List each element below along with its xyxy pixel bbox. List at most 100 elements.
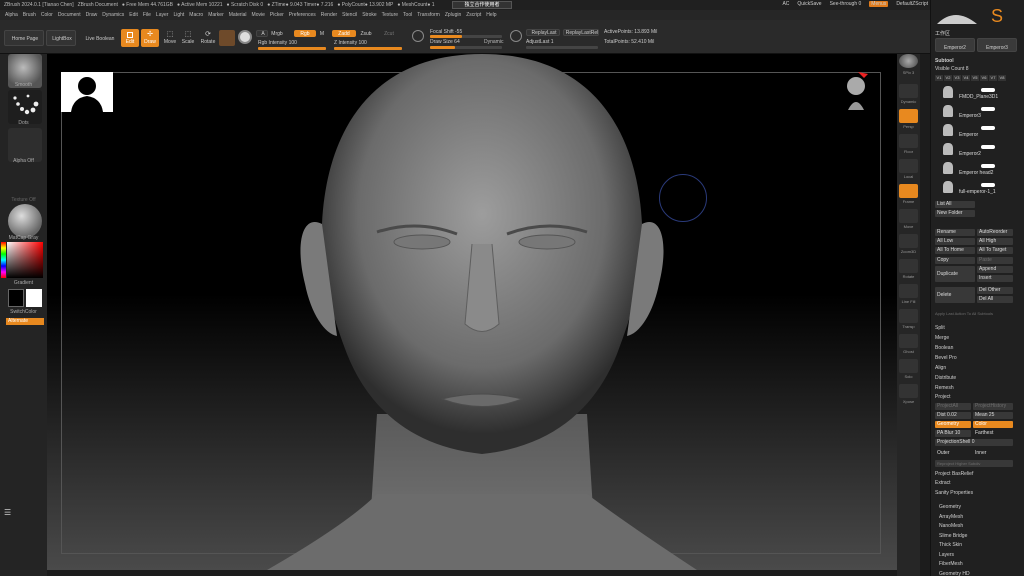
zadd-button[interactable]: Zadd: [332, 30, 356, 37]
rgb-button[interactable]: Rgb: [294, 30, 316, 37]
material-swatch[interactable]: [219, 30, 235, 46]
subtool-item[interactable]: Emperor2: [959, 151, 981, 157]
paste-button[interactable]: Paste: [977, 257, 1013, 264]
action-remesh[interactable]: Remesh: [935, 385, 954, 391]
menu-draw[interactable]: Draw: [86, 12, 98, 18]
zoom3d-button[interactable]: [899, 234, 918, 248]
scale-button[interactable]: Scale: [179, 39, 197, 45]
gradient-label[interactable]: Gradient: [0, 280, 47, 286]
transp-button[interactable]: [899, 309, 918, 323]
color-toggle[interactable]: Color: [973, 421, 1013, 428]
all-high-button[interactable]: All High: [977, 238, 1013, 245]
rgb-intensity-slider[interactable]: [258, 47, 326, 50]
mrgb-button[interactable]: Mrgb: [268, 31, 286, 37]
menu-tool[interactable]: Tool: [403, 12, 412, 18]
frame-button[interactable]: [899, 184, 918, 198]
menu-picker[interactable]: Picker: [270, 12, 284, 18]
action-boolean[interactable]: Boolean: [935, 345, 953, 351]
adjust-last-slider[interactable]: [526, 46, 598, 49]
edit-button[interactable]: Edit: [121, 29, 139, 47]
section-nanomesh[interactable]: NanoMesh: [939, 523, 963, 529]
extract-header[interactable]: Extract: [935, 480, 951, 486]
zsub-button[interactable]: Zsub: [356, 31, 376, 37]
project-header[interactable]: Project: [935, 394, 951, 400]
rotate-button[interactable]: [899, 259, 918, 273]
version-tab-v2[interactable]: V2: [944, 75, 952, 81]
lightbox-button[interactable]: LightBox: [46, 30, 76, 46]
project-history-button[interactable]: ProjectHistory: [973, 403, 1013, 410]
version-tab-v7[interactable]: V7: [989, 75, 997, 81]
material-thumbnail[interactable]: [8, 204, 42, 238]
subtool-item[interactable]: Emperor head2: [959, 170, 993, 176]
m-button[interactable]: M: [318, 31, 326, 37]
license-tab[interactable]: 独立合作使用者: [452, 1, 512, 9]
reproject-button[interactable]: Reproject Higher Subdiv: [935, 460, 1013, 467]
menu-macro[interactable]: Macro: [189, 12, 203, 18]
version-tab-v4[interactable]: V4: [962, 75, 970, 81]
menu-layer[interactable]: Layer: [156, 12, 169, 18]
action-split[interactable]: Split: [935, 325, 945, 331]
version-tab-v3[interactable]: V3: [953, 75, 961, 81]
inner-button[interactable]: Inner: [973, 450, 1013, 457]
subtool-properties[interactable]: Sanity Properties: [935, 490, 973, 496]
subtool-visibility-toggle[interactable]: [981, 183, 995, 187]
del-all-button[interactable]: Del All: [977, 296, 1013, 303]
dist-slider[interactable]: Dist 0.02: [935, 412, 971, 419]
subtool-visibility-toggle[interactable]: [981, 107, 995, 111]
sculpt-head[interactable]: [47, 54, 897, 570]
menu-edit[interactable]: Edit: [129, 12, 138, 18]
primary-color-swatch[interactable]: [8, 289, 24, 307]
menu-stroke[interactable]: Stroke: [362, 12, 376, 18]
version-tab-v6[interactable]: V6: [980, 75, 988, 81]
menu-texture[interactable]: Texture: [382, 12, 398, 18]
replay-last-button[interactable]: ReplayLast: [526, 29, 560, 36]
dynamic-button[interactable]: [899, 84, 918, 98]
navigation-head-icon[interactable]: [840, 70, 870, 120]
subtool-visibility-toggle[interactable]: [981, 88, 995, 92]
menu-dynamics[interactable]: Dynamics: [102, 12, 124, 18]
floor-button[interactable]: [899, 134, 918, 148]
action-merge[interactable]: Merge: [935, 335, 949, 341]
insert-button[interactable]: Insert: [977, 275, 1013, 282]
menu-brush[interactable]: Brush: [23, 12, 36, 18]
action-bevel-pro[interactable]: Bevel Pro: [935, 355, 957, 361]
draw-button[interactable]: Draw ✢: [141, 29, 159, 47]
menu-render[interactable]: Render: [321, 12, 337, 18]
delete-button[interactable]: Delete: [935, 287, 975, 303]
secondary-color-swatch[interactable]: [26, 289, 42, 307]
focal-shift-slider[interactable]: [430, 35, 502, 38]
menu-zplugin[interactable]: Zplugin: [445, 12, 461, 18]
menu-transform[interactable]: Transform: [417, 12, 440, 18]
projection-shell-slider[interactable]: ProjectionShell 0: [935, 439, 1013, 446]
subtool-visibility-toggle[interactable]: [981, 164, 995, 168]
version-tab-v5[interactable]: V5: [971, 75, 979, 81]
all-to-target-button[interactable]: All To Target: [977, 247, 1013, 254]
replay-last-rel-button[interactable]: ReplayLastRel: [563, 29, 599, 36]
subtool-visibility-toggle[interactable]: [981, 126, 995, 130]
rotate-button[interactable]: Rotate: [199, 39, 217, 45]
mean-slider[interactable]: Mean 25: [973, 412, 1013, 419]
subtool-item[interactable]: full-emperor-1_1: [959, 189, 996, 195]
section-geometry[interactable]: Geometry: [939, 504, 961, 510]
tool-thumb-emperor2[interactable]: Emperor2: [935, 38, 975, 52]
rename-button[interactable]: Rename: [935, 229, 975, 236]
outer-button[interactable]: Outer: [935, 450, 971, 457]
project-all-button[interactable]: ProjectAll: [935, 403, 971, 410]
alpha-thumbnail[interactable]: [8, 128, 42, 162]
subtool-item[interactable]: FMDD_Plane3D1: [959, 94, 998, 100]
move-button[interactable]: [899, 209, 918, 223]
section-fibermesh[interactable]: FiberMesh: [939, 561, 963, 567]
all-low-button[interactable]: All Low: [935, 238, 975, 245]
dynamic-button[interactable]: Dynamic: [484, 39, 506, 45]
thumbnail-silhouette[interactable]: [61, 72, 113, 112]
pa-blur-slider[interactable]: PA Blur 10: [935, 430, 971, 437]
live-boolean-button[interactable]: Live Boolean: [84, 36, 116, 42]
section-arraymesh[interactable]: ArrayMesh: [939, 514, 963, 520]
section-geometry-hd[interactable]: Geometry HD: [939, 571, 970, 576]
menu-file[interactable]: File: [143, 12, 151, 18]
version-tab-v1[interactable]: V1: [935, 75, 943, 81]
subtool-item[interactable]: Emperor3: [959, 113, 981, 119]
new-folder-button[interactable]: New Folder: [935, 210, 975, 217]
color-picker[interactable]: [7, 242, 43, 278]
append-button[interactable]: Append: [977, 266, 1013, 273]
